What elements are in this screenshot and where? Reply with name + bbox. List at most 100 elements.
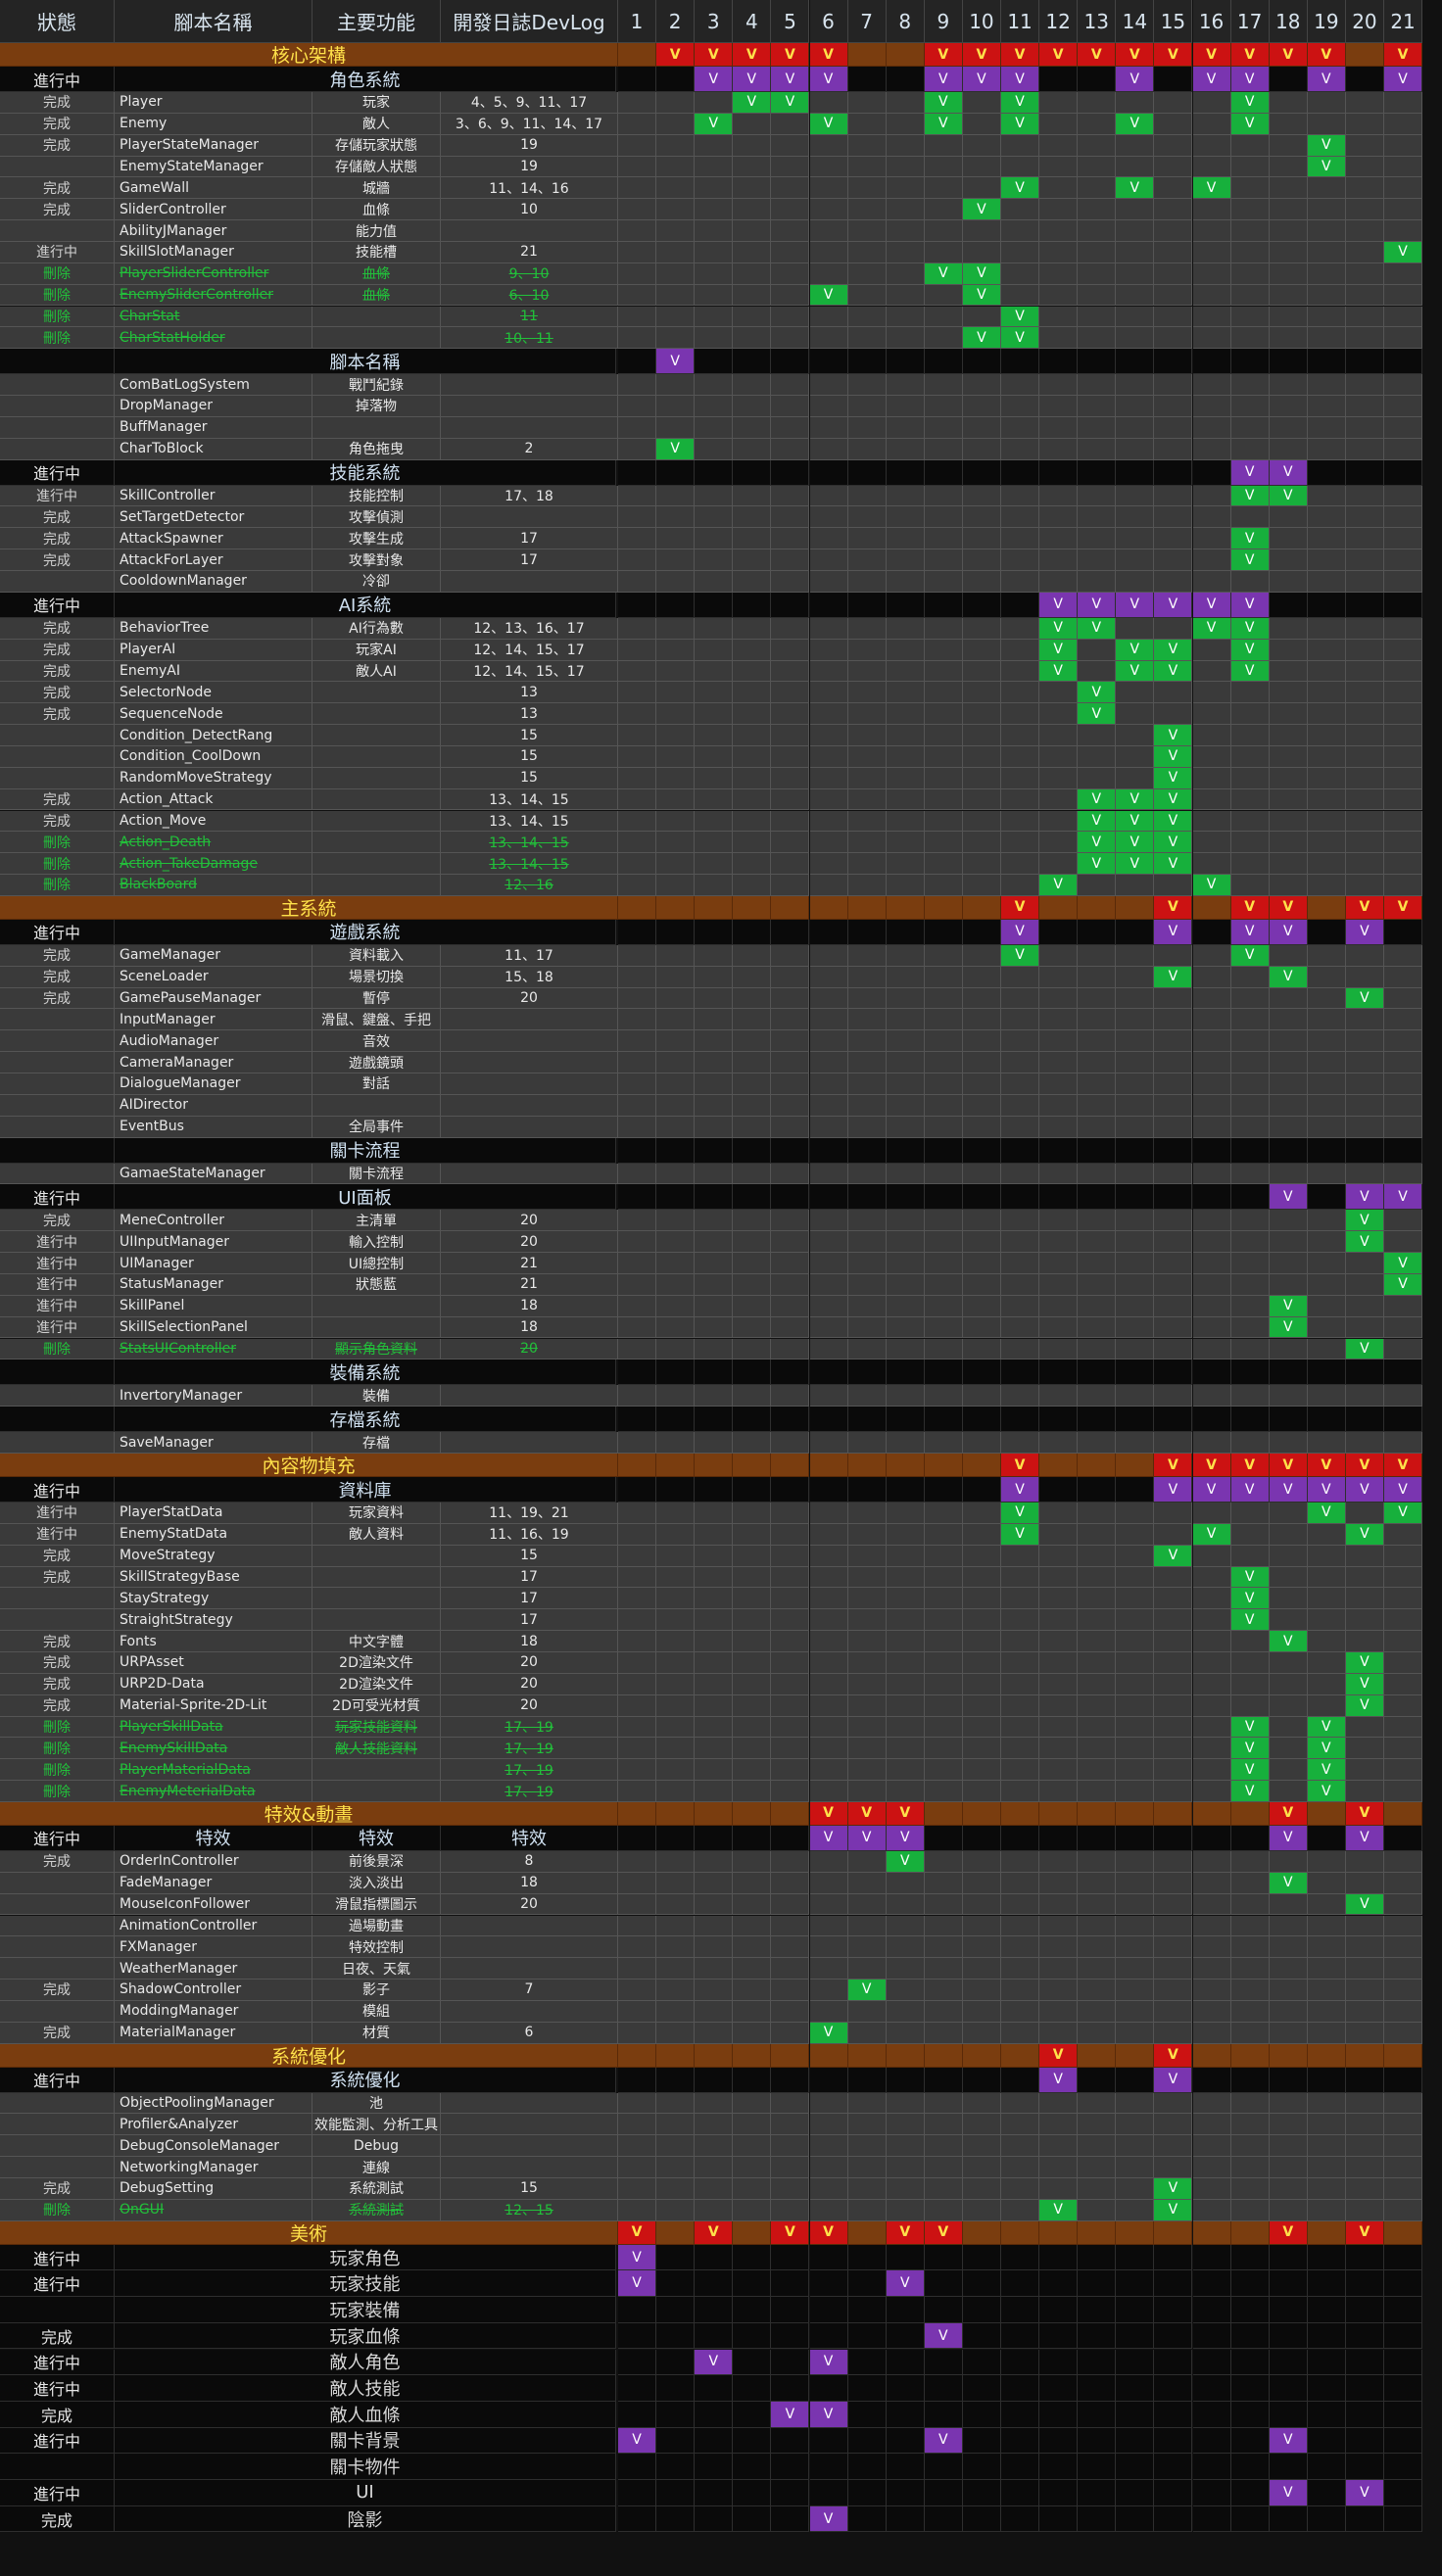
- day-cell-6: [809, 459, 848, 486]
- day-cell-4: [733, 1454, 772, 1478]
- day-cell-12: [1039, 571, 1079, 593]
- day-cell-18: [1269, 1503, 1308, 1524]
- day-cell-17: V: [1230, 1738, 1270, 1760]
- row-status: 進行中: [0, 1231, 115, 1254]
- row-status: 進行中: [0, 2270, 115, 2298]
- day-cell-7: [847, 1184, 887, 1211]
- day-cell-20: [1345, 1503, 1384, 1524]
- day-cell-6: [809, 1094, 848, 1117]
- day-cell-7: [847, 2000, 887, 2023]
- day-cell-16: [1192, 2375, 1231, 2402]
- day-cell-7: [847, 1030, 887, 1053]
- day-cell-8: [886, 2349, 925, 2376]
- day-cell-18: [1269, 220, 1308, 242]
- script-function: 連線: [312, 2157, 441, 2178]
- day-cell-7: [847, 1231, 887, 1254]
- day-cell-3: V: [695, 67, 734, 92]
- day-cell-8: V: [886, 1850, 925, 1873]
- day-cell-12: [1039, 944, 1079, 967]
- day-cell-11: [1001, 156, 1040, 178]
- day-cell-2: [656, 416, 696, 439]
- day-cell-17: [1230, 262, 1270, 285]
- day-cell-13: [1078, 1652, 1117, 1674]
- day-cell-7: [847, 1915, 887, 1937]
- day-cell-4: [733, 660, 772, 683]
- day-cell-1: [618, 767, 657, 789]
- row-status: 完成: [0, 1980, 115, 2001]
- day-cell-3: [695, 1052, 734, 1073]
- day-cell-4: [733, 1273, 772, 1296]
- day-cell-1: [618, 2067, 657, 2093]
- progress-mark-purple: V: [1307, 67, 1345, 91]
- day-cell-19: [1307, 113, 1346, 135]
- day-cell-5: [771, 416, 810, 439]
- day-cell-18: [1269, 1523, 1308, 1546]
- day-cell-13: [1078, 571, 1117, 593]
- devlog-days: 20: [441, 1652, 618, 1674]
- progress-mark-green: V: [962, 327, 1000, 349]
- header-day-7: 7: [847, 0, 887, 43]
- day-cell-8: [886, 2244, 925, 2271]
- day-cell-9: [924, 2135, 963, 2158]
- day-cell-6: V: [809, 43, 848, 67]
- day-cell-15: [1154, 1872, 1193, 1894]
- progress-mark-green: V: [1154, 832, 1192, 853]
- devlog-days: 13、14、15: [441, 853, 618, 876]
- row-status: 進行中: [0, 1523, 115, 1546]
- progress-mark-green: V: [1154, 853, 1192, 875]
- day-cell-12: [1039, 1030, 1079, 1053]
- subsection-row: 進行中 UI面板 V V V: [0, 1184, 1442, 1211]
- day-cell-9: [924, 306, 963, 328]
- day-cell-21: [1384, 396, 1423, 417]
- day-cell-2: [656, 1825, 696, 1851]
- day-cell-20: [1345, 571, 1384, 593]
- day-cell-20: [1345, 506, 1384, 529]
- script-row: InvertoryManager 裝備: [0, 1385, 1442, 1407]
- row-status: 完成: [0, 703, 115, 726]
- day-cell-9: V: [924, 2322, 963, 2350]
- day-cell-10: [962, 745, 1001, 768]
- day-cell-9: [924, 1009, 963, 1031]
- day-cell-1: [618, 1716, 657, 1739]
- day-cell-14: [1116, 1566, 1155, 1589]
- day-cell-21: V: [1384, 43, 1423, 67]
- day-cell-21: V: [1384, 1273, 1423, 1296]
- day-cell-17: [1230, 2480, 1270, 2506]
- day-cell-13: [1078, 1073, 1117, 1095]
- day-cell-4: [733, 1052, 772, 1073]
- day-cell-9: [924, 853, 963, 876]
- day-cell-17: [1230, 1915, 1270, 1937]
- progress-mark-green: V: [962, 199, 1000, 220]
- day-cell-12: [1039, 306, 1079, 328]
- day-cell-3: V: [695, 2220, 734, 2245]
- art-item: 玩家裝備: [115, 2297, 616, 2323]
- day-cell-16: [1192, 1915, 1231, 1937]
- day-cell-15: [1154, 67, 1193, 92]
- day-cell-12: [1039, 1454, 1079, 1478]
- day-cell-12: [1039, 1738, 1079, 1760]
- day-cell-15: [1154, 1273, 1193, 1296]
- day-cell-7: V: [847, 1980, 887, 2001]
- day-cell-10: [962, 2135, 1001, 2158]
- day-cell-11: [1001, 1825, 1040, 1851]
- day-cell-19: [1307, 944, 1346, 967]
- day-cell-15: [1154, 1184, 1193, 1211]
- day-cell-17: V: [1230, 67, 1270, 92]
- script-function: 前後景深: [312, 1850, 441, 1873]
- script-row: 完成 SkillStrategyBase 17 V: [0, 1566, 1442, 1589]
- header-day-10: 10: [962, 0, 1001, 43]
- day-cell-17: [1230, 1801, 1270, 1826]
- day-cell-8: [886, 1915, 925, 1937]
- day-cell-14: V: [1116, 592, 1155, 618]
- devlog-days: 18: [441, 1872, 618, 1894]
- devlog-days: [441, 2135, 618, 2158]
- day-cell-19: V: [1307, 67, 1346, 92]
- day-cell-17: [1230, 416, 1270, 439]
- day-cell-15: [1154, 2220, 1193, 2245]
- day-cell-8: [886, 1231, 925, 1254]
- day-cell-1: [618, 2454, 657, 2480]
- day-cell-14: [1116, 571, 1155, 593]
- progress-mark-green: V: [1078, 853, 1116, 875]
- devlog-days: [441, 1009, 618, 1031]
- day-cell-13: [1078, 745, 1117, 768]
